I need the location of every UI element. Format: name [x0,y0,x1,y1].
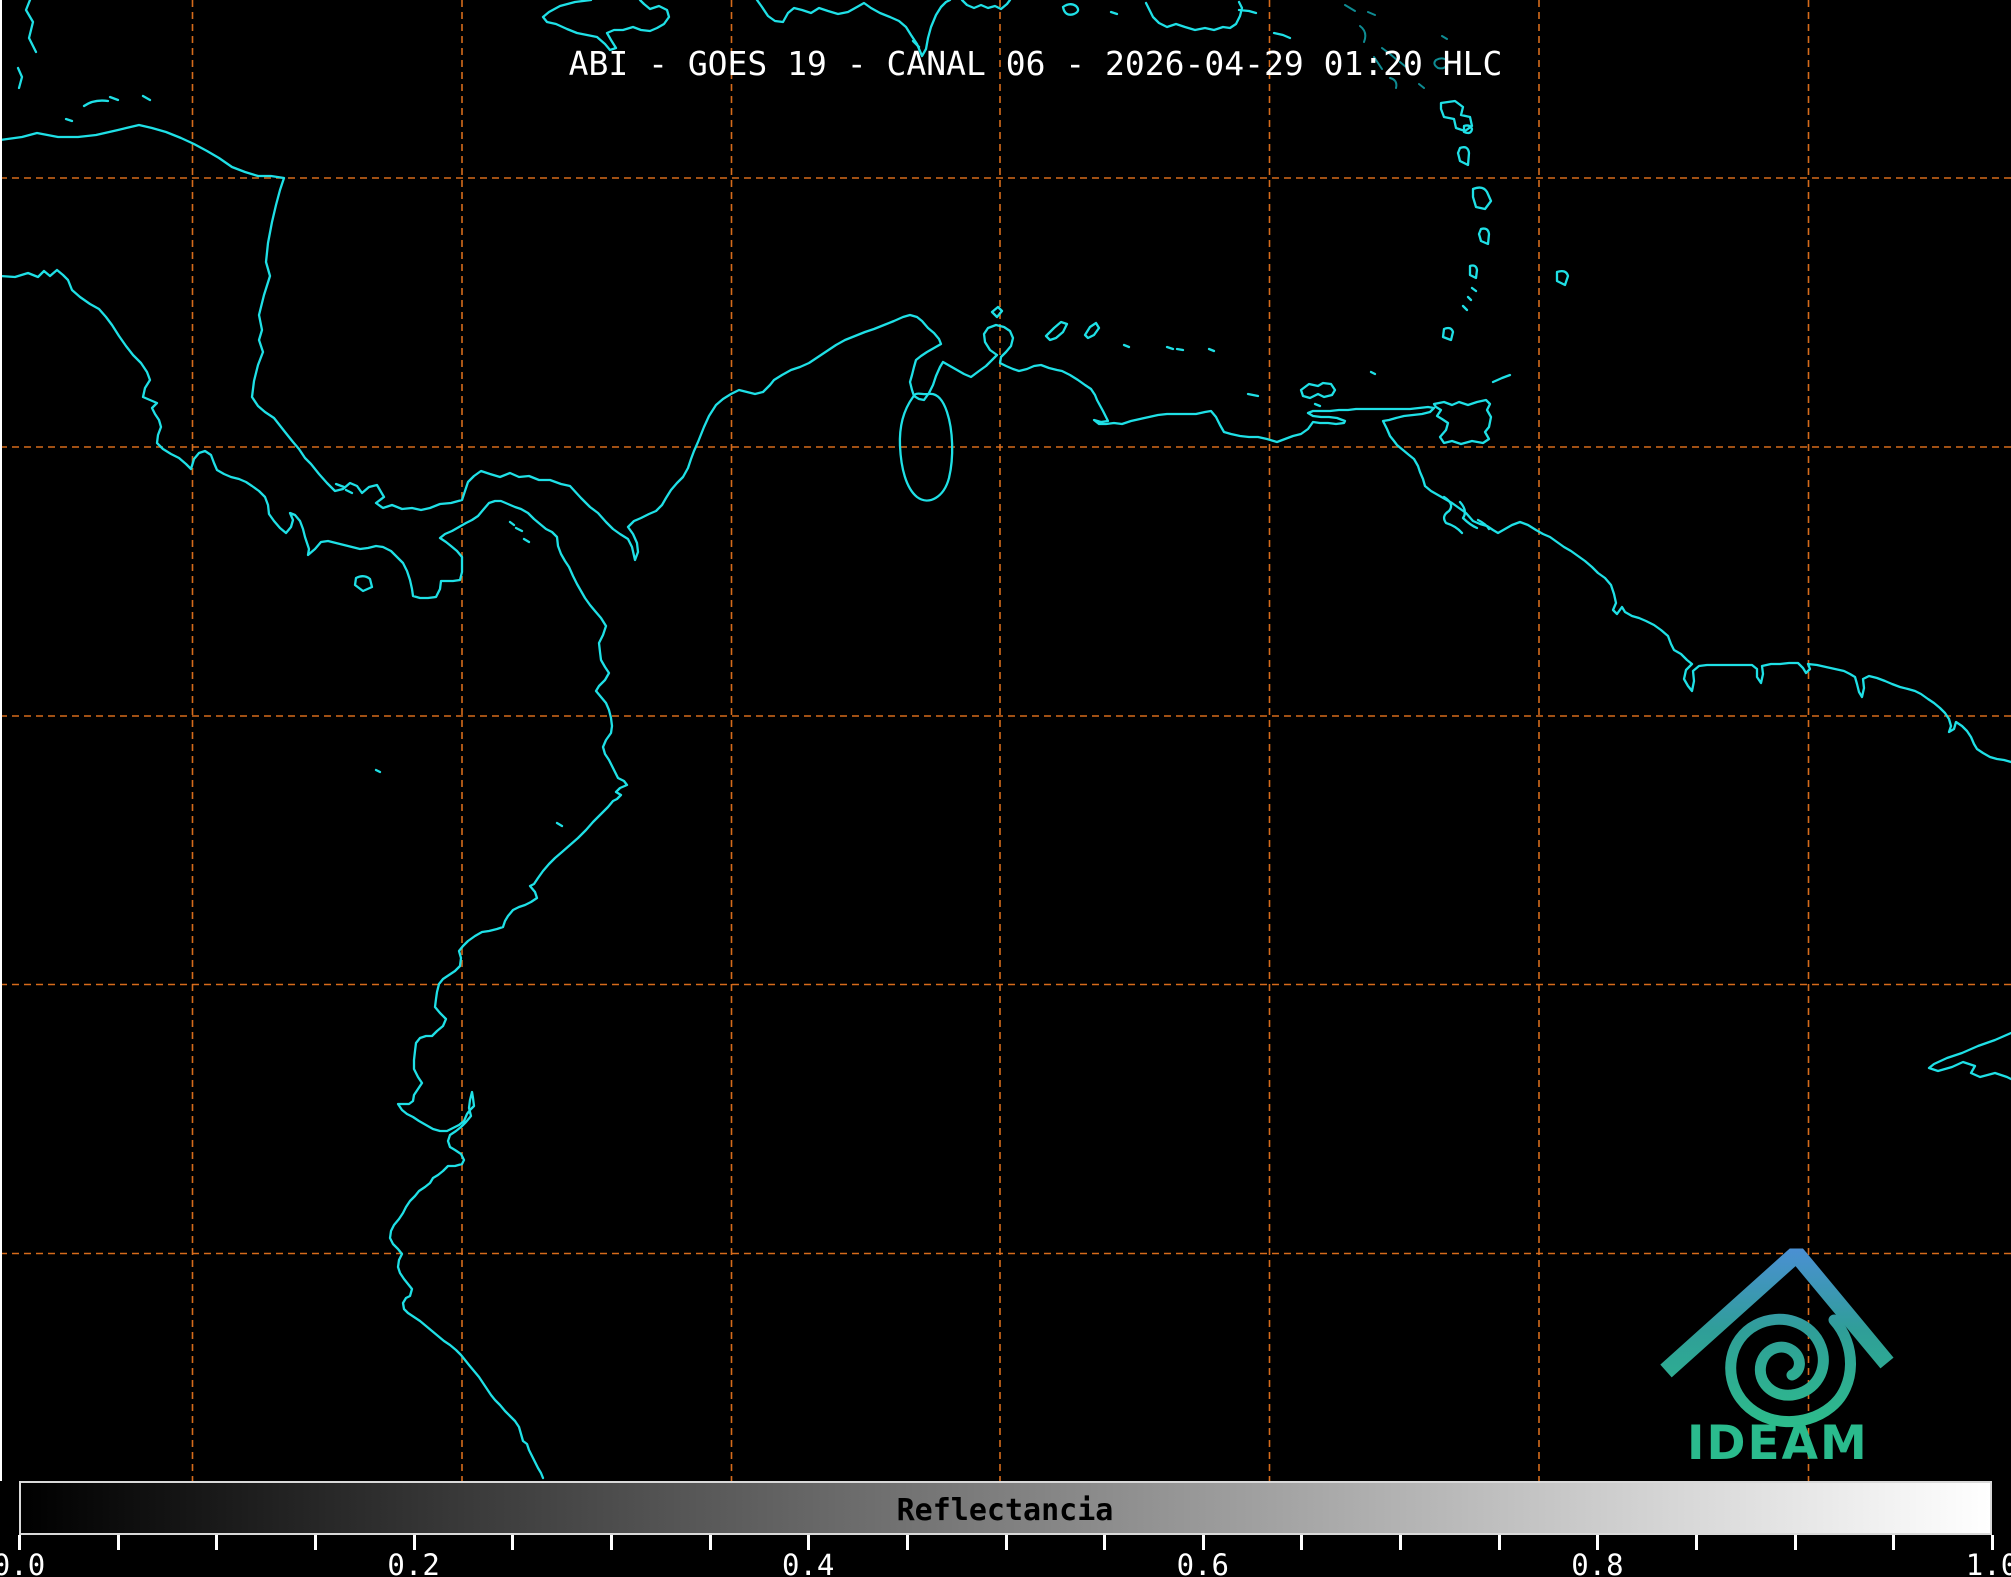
colorbar-tick [1399,1535,1403,1550]
colorbar-label: Reflectancia [896,1493,1114,1528]
panama-islands [334,482,564,828]
amazon-mouth-fragment [1927,1031,2011,1081]
pacific-coast [0,268,629,1480]
trinidad-tobago [1432,398,1493,446]
coastlines-group [0,0,2011,1480]
colorbar-tick [1103,1535,1107,1550]
colorbar-tick [1004,1535,1008,1550]
colorbar-tick [1695,1535,1699,1550]
map-title: ABI - GOES 19 - CANAL 06 - 2026-04-29 01… [568,44,1503,83]
satellite-image-viewer: ABI - GOES 19 - CANAL 06 - 2026-04-29 01… [0,0,2011,1577]
gridlines-group [0,0,2011,1481]
colorbar-tick-label: 0.2 [387,1548,440,1577]
colorbar-tick [215,1535,219,1550]
colorbar-tick-label: 0.4 [781,1548,835,1577]
colorbar-tick [1892,1535,1896,1550]
map-canvas [0,0,2011,1481]
colorbar-tick [116,1535,120,1550]
logo-spiral-icon [1725,1313,1856,1428]
jamaica [541,0,671,52]
puerto-rico-south-coast [911,0,1292,49]
colorbar-tick [609,1535,613,1550]
lesser-antilles-south [1439,99,1570,384]
colorbar-tick [905,1535,909,1550]
colorbar-tick [511,1535,515,1550]
map-area: ABI - GOES 19 - CANAL 06 - 2026-04-29 01… [0,0,2011,1481]
colorbar-tick [708,1535,712,1550]
colorbar-tick [313,1535,317,1550]
colorbar-tick [1300,1535,1304,1550]
colorbar-tick [1793,1535,1797,1550]
colorbar-tick [1497,1535,1501,1550]
colorbar-tick-label: 0.8 [1571,1548,1624,1577]
ideam-wordmark: IDEAM [1687,1416,1869,1471]
central-america-caribbean-south-america [0,123,2011,764]
colorbar-tick-label: 0.6 [1176,1548,1229,1577]
ideam-logo-icon [1660,1248,1894,1428]
left-axis-spine [0,0,2,1481]
venezuela-islands [990,305,1377,408]
colorbar-tick-label: 1.0 [1965,1548,2011,1577]
colorbar-tick-label: 0.0 [0,1548,46,1577]
